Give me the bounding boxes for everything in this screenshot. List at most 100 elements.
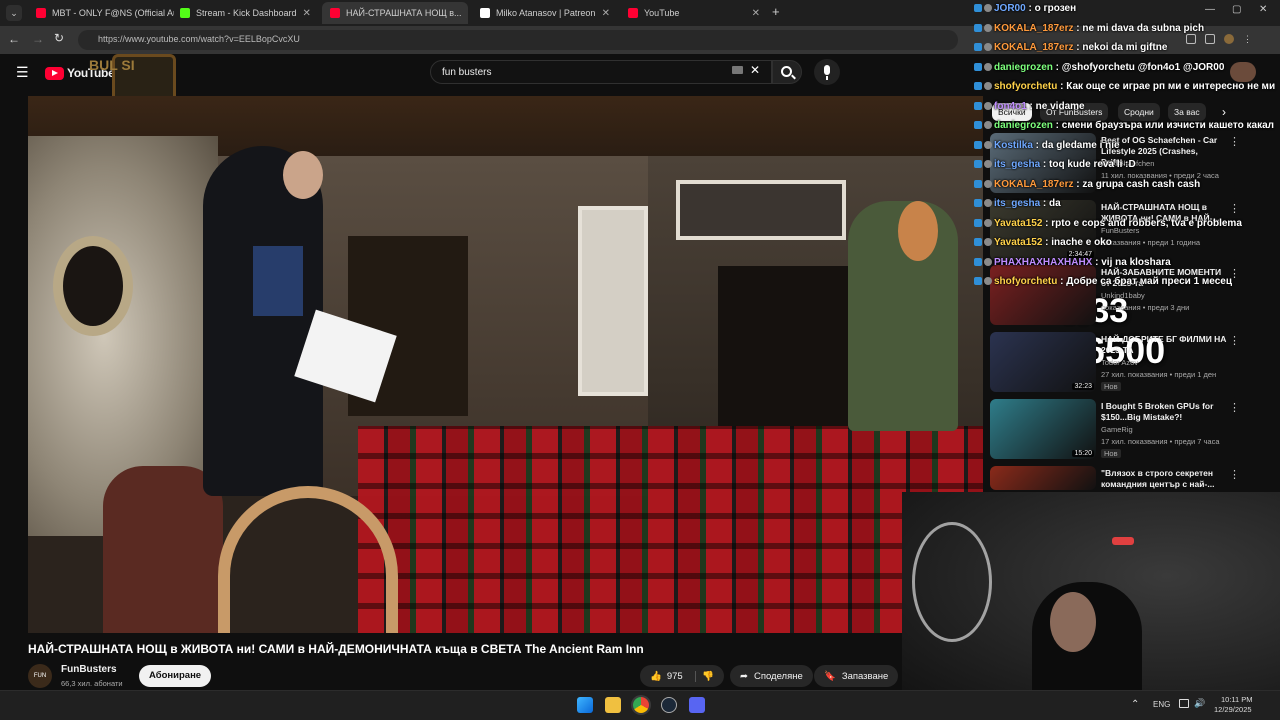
share-button[interactable]: ➦ Споделяне [730, 665, 813, 687]
forward-icon[interactable]: → [32, 32, 44, 46]
chat-username[interactable]: KOKALA_187erz [994, 179, 1073, 190]
chat-badge-icon [974, 199, 982, 207]
clear-search-icon[interactable]: ✕ [750, 63, 760, 77]
chat-badge-icon [974, 277, 982, 285]
keyboard-icon[interactable] [732, 66, 743, 74]
chat-username[interactable]: KOKALA_187erz [994, 42, 1073, 53]
tab-4[interactable]: YouTube ✕ [620, 2, 768, 24]
filter-chip[interactable]: За вас [1168, 103, 1206, 121]
chat-username[interactable]: Yavata152 [994, 218, 1042, 229]
more-options-icon[interactable]: ⋮ [1229, 401, 1240, 414]
chat-username[interactable]: its_gesha [994, 198, 1040, 209]
chat-text: : inache e oko [1042, 237, 1112, 248]
clock-time[interactable]: 10:11 PM [1221, 695, 1253, 704]
windows-start-icon[interactable] [577, 697, 593, 713]
filter-chip[interactable]: Сродни [1118, 103, 1160, 121]
recommendation-meta: показвания • преди 3 дни [1101, 303, 1190, 312]
chat-badge-icon [974, 160, 982, 168]
chat-text: : смени браузъра или изчисти кашето кака… [1052, 120, 1274, 131]
menu-icon[interactable]: ☰ [16, 64, 29, 81]
tray-chevron-icon[interactable]: ⌃ [1131, 699, 1139, 710]
tab-2[interactable]: НАЙ-СТРАШНАТА НОЩ в...✕ [322, 2, 468, 24]
recommendation-title[interactable]: I Bought 5 Broken GPUs for $150...Big Mi… [1101, 401, 1229, 423]
more-options-icon[interactable]: ⋮ [1229, 202, 1240, 215]
recommendation-item[interactable]: НАЙ-ЗАБАВНИТЕ МОМЕНТИ от 2025-та Unkind1b… [990, 265, 1240, 327]
close-tab-icon[interactable]: ✕ [602, 8, 610, 19]
chat-username[interactable]: its_gesha [994, 159, 1040, 170]
chrome-icon[interactable] [633, 697, 649, 713]
close-tab-icon[interactable]: ✕ [303, 8, 310, 19]
more-options-icon[interactable]: ⋮ [1229, 135, 1240, 148]
subscriber-count: 66,3 хил. абонати [61, 679, 123, 688]
reload-icon[interactable]: ↻ [54, 31, 64, 45]
close-tab-icon[interactable]: ✕ [752, 8, 760, 19]
video-player[interactable] [28, 96, 983, 633]
chat-username[interactable]: daniegrozen [994, 120, 1053, 131]
bookmark-icon: 🔖 [824, 670, 836, 682]
chat-badge-icon [984, 219, 992, 227]
search-input[interactable]: fun busters [430, 60, 772, 84]
dislike-button[interactable]: 👎 [695, 670, 714, 682]
duration-badge: 15:20 [1072, 450, 1094, 457]
save-label: Запазване [841, 670, 889, 682]
avatar[interactable] [1230, 62, 1256, 82]
chat-badge-icon [974, 43, 982, 51]
chat-badge-icon [984, 102, 992, 110]
tab-list-dropdown-icon[interactable]: ⌄ [6, 5, 22, 21]
microphone-icon [824, 65, 830, 75]
chat-badge-icon [974, 219, 982, 227]
clock-date[interactable]: 12/29/2025 [1214, 705, 1252, 714]
maximize-button[interactable]: ▢ [1232, 4, 1241, 15]
recommendation-channel[interactable]: GameRig [1101, 425, 1133, 434]
steam-icon[interactable] [661, 697, 677, 713]
video-title: НАЙ-СТРАШНАТА НОЩ в ЖИВОТА ни! САМИ в НА… [28, 642, 644, 656]
tab-1[interactable]: Stream - Kick Dashboard ✕ [172, 2, 310, 24]
chat-username[interactable]: fon4o1 [994, 101, 1027, 112]
minimize-button[interactable]: — [1205, 4, 1215, 15]
more-options-icon[interactable]: ⋮ [1229, 468, 1240, 481]
recommendation-item[interactable]: НАЙ-ДОБРИТЕ БГ ФИЛМИ НА 2025-ТА Todor Azo… [990, 332, 1240, 394]
channel-name[interactable]: FunBusters [61, 664, 117, 675]
save-button[interactable]: 🔖 Запазване [814, 665, 899, 687]
file-explorer-icon[interactable] [605, 697, 621, 713]
chat-username[interactable]: daniegrozen [994, 62, 1053, 73]
chat-username[interactable]: JOR00 [994, 3, 1026, 14]
channel-avatar[interactable]: FUN [28, 664, 52, 688]
chat-username[interactable]: Yavata152 [994, 237, 1042, 248]
recommendation-item[interactable]: I Bought 5 Broken GPUs for $150...Big Mi… [990, 399, 1240, 461]
discord-icon[interactable] [689, 697, 705, 713]
recommendation-item[interactable]: "Влязох в строго секретен командния цент… [990, 466, 1240, 490]
chat-username[interactable]: PHAXHAXHAXHAHX [994, 257, 1092, 268]
tab-0[interactable]: MBT - ONLY F@NS (Official Au...✕ [28, 2, 174, 24]
recommendation-item[interactable]: НАЙ-СТРАШНАТА НОЩ в ЖИВОТА ни! САМИ в НА… [990, 200, 1240, 262]
close-window-button[interactable]: ✕ [1259, 4, 1267, 15]
chat-username[interactable]: Kostilka [994, 140, 1033, 151]
subscribe-button[interactable]: Абониране [139, 665, 212, 687]
chat-username[interactable]: shofyorchetu [994, 81, 1057, 92]
extension-icons[interactable]: ⋮ [1186, 34, 1272, 46]
language-indicator[interactable]: ENG [1153, 700, 1170, 709]
tab-3[interactable]: Milko Atanasov | Patreon ✕ [472, 2, 618, 24]
chat-text: : Добре са брат май преси 1 месец [1057, 276, 1233, 287]
chips-next-icon[interactable]: › [1222, 105, 1226, 119]
chat-username[interactable]: shofyorchetu [994, 276, 1057, 287]
back-icon[interactable]: ← [8, 32, 20, 46]
new-tab-button[interactable]: + [772, 4, 780, 19]
recommendation-channel[interactable]: Todor Azov [1101, 358, 1138, 367]
recommendation-title[interactable]: "Влязох в строго секретен командния цент… [1101, 468, 1229, 490]
search-button[interactable] [772, 60, 802, 84]
volume-icon[interactable]: 🔊 [1194, 698, 1205, 709]
like-button[interactable]: 👍 975 [650, 671, 683, 682]
chat-message: KOKALA_187erz : za grupa cash cash cash [974, 179, 1200, 190]
recommendation-channel[interactable]: Unkind1baby [1101, 291, 1145, 300]
address-bar[interactable]: https://www.youtube.com/watch?v=EELBopCv… [78, 30, 958, 50]
recommendation-title[interactable]: НАЙ-ДОБРИТЕ БГ ФИЛМИ НА 2025-ТА [1101, 334, 1229, 356]
video-thumbnail[interactable] [990, 265, 1096, 325]
network-icon[interactable] [1179, 699, 1189, 708]
more-options-icon[interactable]: ⋮ [1229, 334, 1240, 347]
chat-message: its_gesha : toq kude reva li :D [974, 159, 1136, 170]
chat-username[interactable]: KOKALA_187erz [994, 23, 1073, 34]
chat-text: : da [1040, 198, 1061, 209]
voice-search-button[interactable] [814, 59, 840, 85]
video-thumbnail[interactable] [990, 466, 1096, 490]
